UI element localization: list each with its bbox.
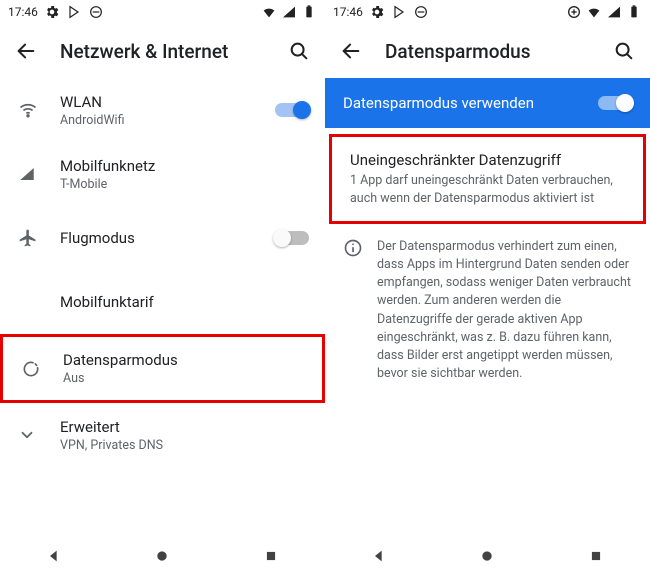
- setting-label: Datensparmodus: [63, 351, 306, 369]
- setting-datasaver[interactable]: Datensparmodus Aus: [0, 334, 325, 403]
- nav-recent[interactable]: [586, 546, 606, 566]
- back-button[interactable]: [14, 39, 38, 63]
- battery-icon: [626, 4, 642, 20]
- setting-plan[interactable]: Mobilfunktarif: [0, 270, 325, 334]
- datasaver-master-toggle[interactable]: Datensparmodus verwenden: [325, 78, 650, 128]
- dnd-icon: [88, 4, 104, 20]
- setting-label: Mobilfunktarif: [60, 293, 309, 311]
- settings-gear-icon: [44, 4, 60, 20]
- wifi-icon: [261, 4, 277, 20]
- nav-home[interactable]: [152, 546, 172, 566]
- setting-sub: 1 App darf uneingeschränkt Daten verbrau…: [350, 172, 625, 207]
- settings-gear-icon: [369, 4, 385, 20]
- status-time: 17:46: [333, 5, 363, 19]
- play-icon: [66, 4, 82, 20]
- settings-list: WLAN AndroidWifi Mobilfunknetz T-Mobile …: [0, 78, 325, 578]
- setting-cellular[interactable]: Mobilfunknetz T-Mobile: [0, 142, 325, 206]
- status-time: 17:46: [8, 5, 38, 19]
- screen-network-internet: 17:46 Netzwerk & Internet: [0, 0, 325, 578]
- setting-label: Flugmodus: [60, 229, 267, 247]
- search-button[interactable]: [287, 39, 311, 63]
- nav-back[interactable]: [369, 546, 389, 566]
- app-bar: Netzwerk & Internet: [0, 24, 325, 78]
- setting-wifi[interactable]: WLAN AndroidWifi: [0, 78, 325, 142]
- screen-datasaver: 17:46 Datensparmodus Datens: [325, 0, 650, 578]
- search-button[interactable]: [612, 39, 636, 63]
- nav-recent[interactable]: [261, 546, 281, 566]
- app-bar: Datensparmodus: [325, 24, 650, 78]
- page-title: Datensparmodus: [385, 40, 612, 63]
- play-icon: [391, 4, 407, 20]
- setting-label: WLAN: [60, 93, 267, 111]
- signal-icon: [281, 4, 297, 20]
- wifi-icon: [586, 4, 602, 20]
- back-button[interactable]: [339, 39, 363, 63]
- status-bar: 17:46: [0, 0, 325, 24]
- setting-sub: T-Mobile: [60, 177, 309, 192]
- airplane-toggle[interactable]: [275, 231, 309, 245]
- setting-sub: VPN, Privates DNS: [60, 438, 309, 453]
- nav-home[interactable]: [477, 546, 497, 566]
- datasaver-switch[interactable]: [598, 96, 632, 110]
- dnd-icon: [413, 4, 429, 20]
- setting-airplane[interactable]: Flugmodus: [0, 206, 325, 270]
- chevron-down-icon: [18, 426, 36, 444]
- datasaver-icon: [21, 359, 41, 379]
- signal-icon: [18, 165, 36, 183]
- signal-icon: [606, 4, 622, 20]
- datasaver-info: Der Datensparmodus verhindert zum einen,…: [325, 224, 650, 397]
- navigation-bar: [0, 534, 325, 578]
- setting-label: Erweitert: [60, 418, 309, 436]
- setting-advanced[interactable]: Erweitert VPN, Privates DNS: [0, 403, 325, 467]
- setting-unrestricted-data[interactable]: Uneingeschränkter Datenzugriff 1 App dar…: [329, 134, 646, 224]
- battery-icon: [301, 4, 317, 20]
- airplane-icon: [18, 228, 38, 248]
- banner-label: Datensparmodus verwenden: [343, 94, 598, 112]
- info-icon: [343, 238, 377, 258]
- setting-label: Uneingeschränkter Datenzugriff: [350, 151, 625, 169]
- navigation-bar: [325, 534, 650, 578]
- status-bar: 17:46: [325, 0, 650, 24]
- setting-label: Mobilfunknetz: [60, 157, 309, 175]
- info-text: Der Datensparmodus verhindert zum einen,…: [377, 238, 632, 383]
- wifi-icon: [18, 100, 38, 120]
- datasaver-status-icon: [566, 4, 582, 20]
- page-title: Netzwerk & Internet: [60, 40, 287, 63]
- wifi-toggle[interactable]: [275, 103, 309, 117]
- nav-back[interactable]: [44, 546, 64, 566]
- setting-sub: AndroidWifi: [60, 113, 267, 128]
- setting-sub: Aus: [63, 371, 306, 386]
